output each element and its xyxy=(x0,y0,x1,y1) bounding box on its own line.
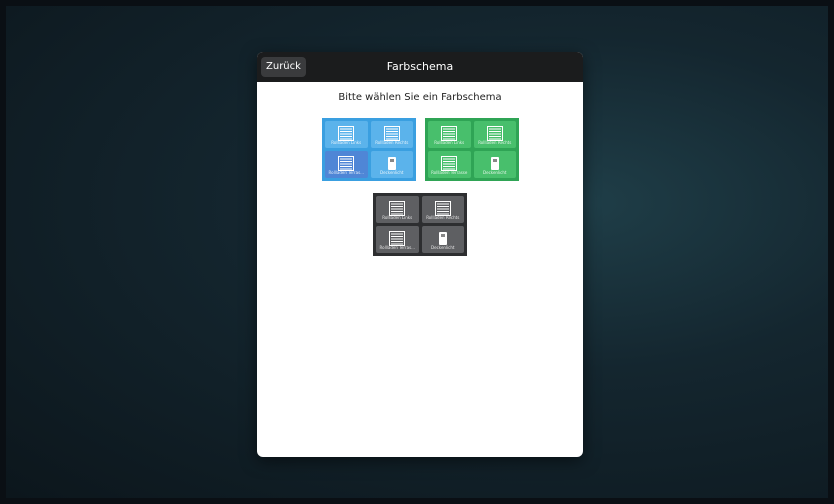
tile-label: Rollladen Rechts xyxy=(478,140,512,145)
tile-preview: Deckenlicht xyxy=(421,226,464,253)
blinds-icon xyxy=(389,201,406,216)
tile-label: Deckenlicht xyxy=(483,170,507,175)
color-scheme-dialog: Zurück Farbschema Bitte wählen Sie ein F… xyxy=(257,52,583,457)
blinds-icon xyxy=(434,201,451,216)
dialog-titlebar: Zurück Farbschema xyxy=(257,52,583,82)
tile-preview: Deckenlicht xyxy=(473,151,516,178)
blinds-icon xyxy=(486,126,503,141)
light-switch-icon xyxy=(490,157,499,170)
tile-label: Rollladen Terrasse xyxy=(431,170,468,175)
tile-preview: Deckenlicht xyxy=(370,151,413,178)
tile-preview: Rollladen Terrasse xyxy=(428,151,471,178)
scheme-option-green[interactable]: Rollladen Links Rollladen Rechts Rolllad… xyxy=(425,118,519,181)
blinds-icon xyxy=(338,156,355,171)
tile-label: Rollladen Links xyxy=(331,140,362,145)
tile-preview: Rollladen Links xyxy=(325,121,368,148)
blinds-icon xyxy=(441,126,458,141)
tile-label: Rollladen Terras... xyxy=(379,245,415,250)
tile-label: Deckenlicht xyxy=(431,245,455,250)
scheme-prompt: Bitte wählen Sie ein Farbschema xyxy=(338,92,502,103)
tile-preview: Rollladen Terras... xyxy=(376,226,419,253)
tile-label: Rollladen Links xyxy=(382,215,413,220)
scheme-option-gray[interactable]: Rollladen Links Rollladen Rechts Rolllad… xyxy=(373,193,467,256)
tile-label: Rollladen Terras... xyxy=(328,170,364,175)
tile-preview: Rollladen Links xyxy=(428,121,471,148)
tile-label: Rollladen Links xyxy=(434,140,465,145)
tile-preview: Rollladen Rechts xyxy=(473,121,516,148)
dialog-title: Farbschema xyxy=(386,60,454,73)
light-switch-icon xyxy=(387,157,396,170)
tile-preview: Rollladen Rechts xyxy=(370,121,413,148)
tile-preview: Rollladen Links xyxy=(376,196,419,223)
blinds-icon xyxy=(389,231,406,246)
blinds-icon xyxy=(338,126,355,141)
tile-preview: Rollladen Terras... xyxy=(325,151,368,178)
tile-label: Rollladen Rechts xyxy=(375,140,409,145)
light-switch-icon xyxy=(438,232,447,245)
tile-label: Rollladen Rechts xyxy=(426,215,460,220)
tile-preview: Rollladen Rechts xyxy=(421,196,464,223)
blinds-icon xyxy=(383,126,400,141)
scheme-option-blue[interactable]: Rollladen Links Rollladen Rechts Rolllad… xyxy=(322,118,416,181)
blinds-icon xyxy=(441,156,458,171)
tile-label: Deckenlicht xyxy=(380,170,404,175)
